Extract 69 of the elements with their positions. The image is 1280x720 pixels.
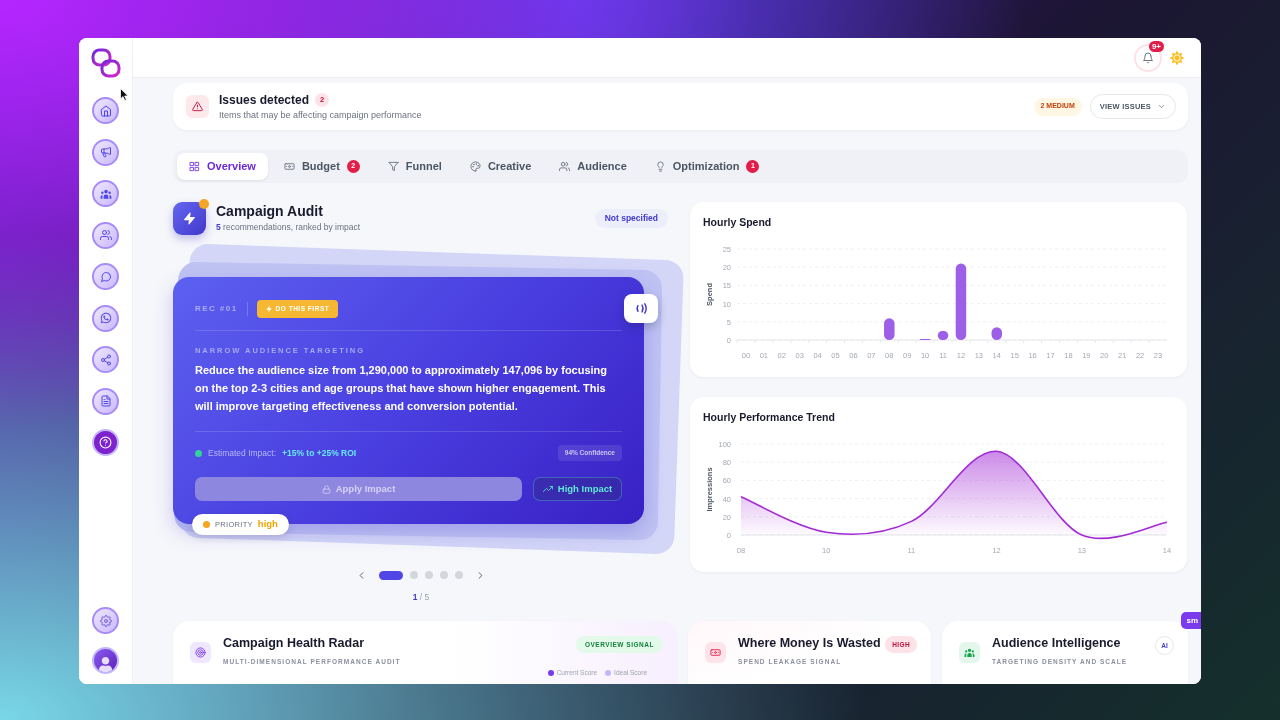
share-icon: [99, 353, 112, 366]
bell-icon: [1142, 51, 1154, 64]
document-icon: [99, 395, 112, 407]
help-button[interactable]: [92, 429, 119, 456]
notification-count-badge: 9+: [1148, 40, 1164, 52]
groups-button[interactable]: [92, 180, 119, 207]
lock-icon: [321, 484, 331, 494]
tab[interactable]: Audience: [547, 153, 639, 180]
warning-icon: [186, 95, 209, 118]
trending-up-icon: [542, 484, 553, 494]
card-title: Audience Intelligence: [992, 636, 1122, 651]
user-silhouette-icon: [98, 657, 113, 672]
recommendation-number: REC #01: [195, 303, 238, 315]
lightbulb-icon: [654, 161, 666, 172]
banner-subtitle: Items that may be affecting campaign performance: [219, 108, 422, 121]
card-title: Campaign Health Radar: [223, 636, 365, 651]
banknote-icon: [705, 642, 726, 663]
card-title: Where Money Is Wasted: [738, 636, 881, 651]
side-tab[interactable]: sm: [1181, 612, 1201, 629]
chart-bar: [991, 327, 1003, 340]
user-avatar-button[interactable]: [92, 647, 119, 674]
grid-icon: [189, 161, 200, 172]
users-icon: [559, 161, 571, 172]
chart-title: Hourly Spend: [702, 216, 773, 229]
chart-bar: [884, 318, 895, 340]
section-title: Campaign Audit: [216, 203, 324, 220]
chart-title: Hourly Performance Trend: [702, 411, 836, 424]
settings-icon: [99, 614, 112, 627]
lightning-icon: [265, 306, 272, 312]
mouse-cursor-icon: [120, 88, 129, 101]
banknote-icon: [283, 161, 295, 172]
people-group-icon: [959, 642, 980, 663]
home-button[interactable]: [92, 97, 119, 124]
lightning-icon: [173, 201, 206, 235]
target-icon: [190, 642, 211, 663]
phone-chat-button[interactable]: [92, 304, 119, 332]
help-icon: [99, 436, 112, 449]
sound-button[interactable]: [624, 294, 658, 323]
status-pill: Not specified: [594, 208, 668, 228]
people-group-icon: [99, 187, 112, 200]
megaphone-icon: [99, 146, 112, 158]
users-icon: [99, 229, 112, 241]
house-icon: [99, 104, 112, 117]
sound-waves-icon: [634, 303, 648, 314]
recommendation-description: Reduce the audience size from 1,290,000 to approximately 147,096 by focusing on the top 2-3 cities and age groups that have shown higher engagement. This will improve targeting effectiveness and conversion potential.: [195, 363, 609, 414]
reports-button[interactable]: [92, 387, 119, 415]
campaigns-button[interactable]: [92, 138, 119, 166]
funnel-icon: [387, 161, 399, 172]
audience-button[interactable]: [92, 221, 119, 249]
share-button[interactable]: [92, 346, 119, 373]
impact-value: +15% to +25% ROI: [282, 446, 357, 460]
tab[interactable]: Creative: [457, 153, 544, 180]
phone-bubble-icon: [99, 312, 112, 324]
tab[interactable]: Overview: [177, 153, 268, 180]
chat-bubble-icon: [99, 270, 112, 283]
high-impact-button[interactable]: High Impact: [533, 477, 622, 501]
notifications-button[interactable]: 9+: [1134, 43, 1162, 72]
impact-label: Estimated Impact:: [208, 446, 277, 460]
chart-bar: [937, 330, 949, 340]
banner-title: Issues detected: [219, 92, 310, 107]
priority-value: high: [257, 517, 278, 532]
app-logo: [90, 48, 121, 78]
page-indicator: 1 / 5: [412, 592, 430, 603]
tab[interactable]: Funnel: [375, 153, 454, 180]
settings-button[interactable]: [92, 607, 119, 634]
messages-button[interactable]: [92, 263, 119, 290]
section-subtitle: 5 recommendations, ranked by impact: [216, 222, 361, 233]
chevron-down-icon: [1157, 102, 1166, 111]
palette-icon: [469, 161, 481, 172]
